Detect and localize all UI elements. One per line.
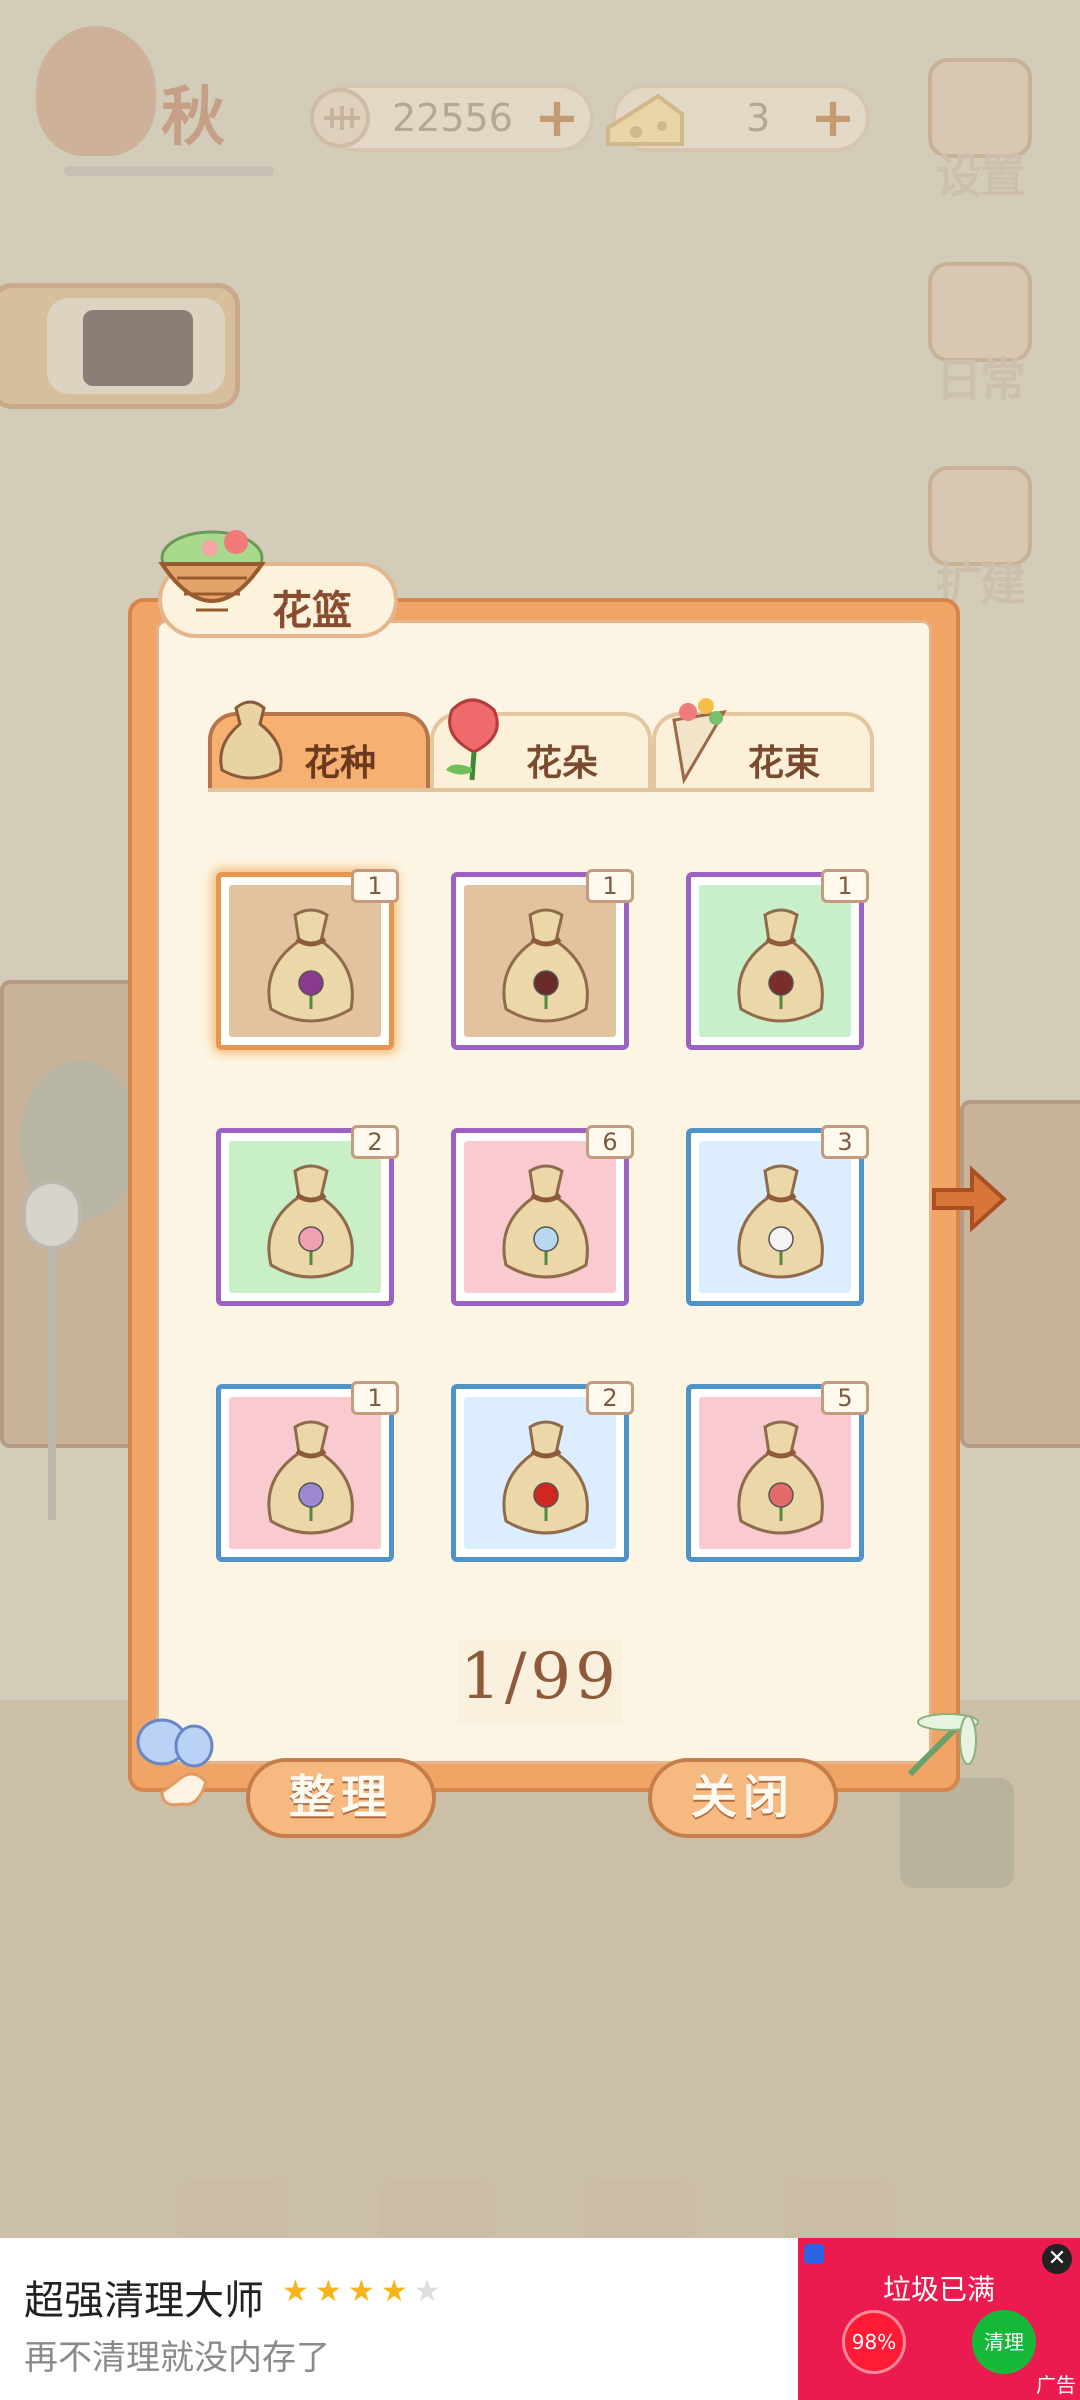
seed-bag-icon [267, 1420, 354, 1535]
bottom-menu-item[interactable] [380, 2180, 490, 2240]
cheese-currency: 3 + [606, 84, 870, 152]
season-progress-bar [64, 166, 274, 176]
seed-slot[interactable]: 5 [686, 1381, 869, 1562]
ad-tag: 广告 [1036, 2373, 1076, 2397]
seed-bag-icon [502, 1164, 589, 1279]
ad-clean-button[interactable]: 清理 [972, 2310, 1036, 2374]
seed-bag-icon [502, 908, 589, 1023]
seed-bag-icon [502, 1420, 589, 1535]
ad-banner[interactable]: 超强清理大师 ★★★★★ 再不清理就没内存了 垃圾已满 98% 清理 ✕ 广告 [0, 2238, 1080, 2400]
seed-slot[interactable]: 1 [216, 1381, 399, 1562]
house [960, 1100, 1080, 1448]
seed-bag-icon [737, 1420, 824, 1535]
season-indicator[interactable]: 秋 [36, 26, 274, 176]
ad-percent-badge: 98% [842, 2310, 906, 2374]
seed-count-badge: 6 [586, 1125, 634, 1159]
seed-bag-icon [267, 1164, 354, 1279]
ad-rating-stars: ★★★★★ [282, 2274, 447, 2309]
daily-button[interactable]: 日常 [920, 262, 1040, 407]
briefcase-icon [83, 310, 193, 386]
bottom-menu-item[interactable] [178, 2180, 288, 2240]
bouquet-icon [672, 698, 727, 785]
ad-close-icon[interactable]: ✕ [1042, 2244, 1072, 2274]
star-icon: ★ [314, 2274, 348, 2309]
seed-slot[interactable]: 6 [451, 1125, 634, 1306]
seed-slot[interactable]: 2 [216, 1125, 399, 1306]
briefcase-button[interactable] [0, 283, 240, 409]
bottom-menu-item[interactable] [784, 2180, 894, 2240]
fish-bone-icon [310, 88, 370, 148]
bottom-menu-item[interactable] [584, 2180, 694, 2240]
category-tabs: 花种 花朵 花束 [208, 698, 874, 792]
close-button[interactable]: 关闭 [648, 1758, 838, 1838]
seed-bag-icon [737, 1164, 824, 1279]
panel-title: 花篮 [272, 588, 352, 634]
ad-title: 超强清理大师 [24, 2278, 264, 2324]
shop-icon[interactable] [900, 1778, 1014, 1888]
dragonfly-icon [907, 1713, 979, 1777]
star-icon: ★ [282, 2274, 315, 2309]
seed-count-badge: 1 [821, 869, 869, 903]
tab-bouquets[interactable]: 花束 [652, 698, 874, 792]
seed-count-badge: 1 [351, 1381, 399, 1415]
butterfly-icon [136, 1718, 214, 1807]
add-fish-button[interactable]: + [532, 91, 582, 145]
rose-icon [446, 698, 499, 781]
seed-slot[interactable]: 2 [451, 1381, 634, 1562]
seed-count-badge: 1 [351, 869, 399, 903]
seed-bag-icon [737, 908, 824, 1023]
ad-cleaner-panel[interactable]: 垃圾已满 98% 清理 ✕ 广告 [798, 2238, 1080, 2400]
seed-slot[interactable]: 1 [216, 869, 399, 1050]
seed-bag-icon [267, 908, 354, 1023]
seed-count-badge: 3 [821, 1125, 869, 1159]
star-icon: ★ [380, 2274, 414, 2309]
ad-subtitle: 再不清理就没内存了 [24, 2338, 330, 2378]
season-label: 秋 [161, 80, 225, 155]
fish-currency-value: 22556 [392, 96, 513, 140]
settings-button[interactable]: 设置 [920, 58, 1040, 203]
page-indicator: 1/99 [458, 1640, 622, 1724]
next-page-arrow-icon[interactable] [928, 1162, 1008, 1236]
ad-status-text: 垃圾已满 [882, 2273, 995, 2306]
star-icon: ★ [413, 2274, 447, 2309]
sort-button[interactable]: 整理 [246, 1758, 436, 1838]
tab-seeds[interactable]: 花种 [208, 700, 430, 792]
seed-count-badge: 5 [821, 1381, 869, 1415]
settings-label: 设置 [936, 149, 1026, 203]
flower-basket-icon [158, 530, 266, 612]
daily-label: 日常 [936, 353, 1026, 407]
tabs-divider [208, 788, 872, 792]
star-icon: ★ [347, 2274, 381, 2309]
expand-button[interactable]: 扩建 [920, 466, 1040, 611]
cheese-currency-value: 3 [746, 96, 771, 140]
seed-count-badge: 2 [586, 1381, 634, 1415]
tab-label: 花朵 [526, 743, 599, 784]
seed-count-badge: 2 [351, 1125, 399, 1159]
cheese-icon [606, 93, 684, 146]
seed-count-badge: 1 [586, 869, 634, 903]
seed-slot[interactable]: 1 [451, 869, 634, 1050]
tab-flowers[interactable]: 花朵 [430, 698, 652, 792]
street-lamp [22, 1180, 82, 1520]
tree-icon [36, 26, 156, 156]
seed-slot[interactable]: 3 [686, 1125, 869, 1306]
tab-label: 花种 [304, 743, 377, 784]
ad-app-icon [804, 2244, 824, 2264]
seed-bag-icon [219, 700, 283, 780]
add-cheese-button[interactable]: + [808, 91, 858, 145]
fish-currency: 22556 + [310, 84, 594, 152]
seed-slot[interactable]: 1 [686, 869, 869, 1050]
tab-label: 花束 [748, 743, 821, 784]
